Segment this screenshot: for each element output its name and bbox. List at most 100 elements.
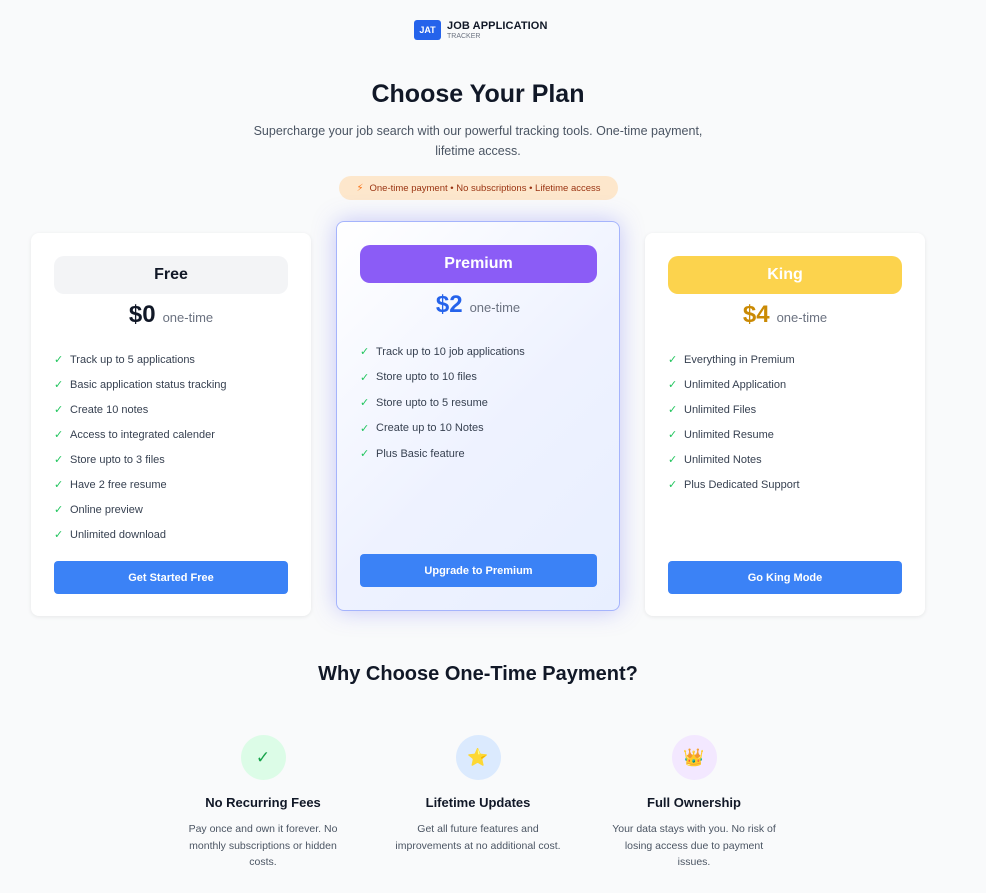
check-icon: ✓ <box>54 529 64 541</box>
check-icon: ✓ <box>54 354 64 366</box>
feature-text: Plus Basic feature <box>376 447 465 460</box>
feature-text: Unlimited Files <box>684 403 757 416</box>
feature-item: ✓ Plus Dedicated Support <box>668 472 800 497</box>
feature-text: Store upto to 10 files <box>376 371 477 384</box>
upgrade-to-premium-button[interactable]: Upgrade to Premium <box>360 554 597 587</box>
check-icon: ✓ <box>54 504 64 516</box>
check-icon: ✓ <box>54 379 64 391</box>
feature-item: ✓ Basic application status tracking <box>54 372 227 397</box>
check-icon: ✓ <box>668 429 678 441</box>
check-icon: ✓ <box>668 379 678 391</box>
feature-item: ✓ Store upto to 10 files <box>360 365 525 391</box>
feature-list: ✓ Track up to 5 applications ✓ Basic appli… <box>54 347 227 547</box>
feature-item: ✓ Store upto to 3 files <box>54 447 227 472</box>
feature-text: Access to integrated calender <box>70 428 215 441</box>
benefit-no-recurring-fees: ✓ No Recurring Fees Pay once and own it … <box>163 735 363 871</box>
price-amount: $4 <box>742 301 770 328</box>
feature-item: ✓ Have 2 free resume <box>54 472 227 497</box>
feature-text: Everything in Premium <box>684 353 795 366</box>
price-period: one-time <box>469 300 521 315</box>
check-icon: ✓ <box>668 479 678 491</box>
feature-text: Basic application status tracking <box>70 378 227 391</box>
check-icon: ✓ <box>54 429 64 441</box>
page-title: Choose Your Plan <box>371 80 585 108</box>
logo-title: JOB APPLICATION <box>447 20 548 32</box>
logo-subtitle: TRACKER <box>447 33 481 40</box>
page-subtitle: Supercharge your job search with our pow… <box>253 124 703 158</box>
feature-text: Online preview <box>70 503 143 516</box>
feature-text: Track up to 10 job applications <box>376 345 525 358</box>
plan-card-free: Free $0 one-time ✓ Track up to 5 applicat… <box>31 233 311 616</box>
feature-item: ✓ Unlimited download <box>54 522 227 547</box>
feature-item: ✓ Track up to 5 applications <box>54 347 227 372</box>
check-icon: ✓ <box>360 448 370 461</box>
price-period: one-time <box>776 310 828 325</box>
check-icon: ✓ <box>54 404 64 416</box>
check-icon: ✓ <box>240 735 286 780</box>
feature-item: ✓ Unlimited Resume <box>668 422 800 447</box>
feature-text: Create 10 notes <box>70 403 149 416</box>
get-started-free-button[interactable]: Get Started Free <box>54 561 288 594</box>
feature-item: ✓ Access to integrated calender <box>54 422 227 447</box>
feature-text: Unlimited Resume <box>684 428 774 441</box>
feature-item: ✓ Create up to 10 Notes <box>360 416 525 442</box>
payment-info-badge: ⚡ One-time payment • No subscriptions • … <box>339 176 618 200</box>
check-icon: ✓ <box>360 371 370 384</box>
benefit-description: Pay once and own it forever. No monthly … <box>188 823 338 868</box>
benefit-title: No Recurring Fees <box>205 795 321 810</box>
feature-item: ✓ Create 10 notes <box>54 397 227 422</box>
why-section-title: Why Choose One-Time Payment? <box>318 663 638 685</box>
feature-item: ✓ Track up to 10 job applications <box>360 339 525 365</box>
plan-name: King <box>668 256 902 294</box>
check-icon: ✓ <box>360 346 370 359</box>
check-icon: ✓ <box>668 354 678 366</box>
logo-badge: JAT <box>414 20 441 40</box>
plan-name: Premium <box>360 245 597 283</box>
check-icon: ✓ <box>668 454 678 466</box>
star-icon: ⭐ <box>455 735 501 780</box>
feature-list: ✓ Everything in Premium ✓ Unlimited Applic… <box>668 347 800 497</box>
benefit-lifetime-updates: ⭐ Lifetime Updates Get all future featur… <box>378 735 578 854</box>
check-icon: ✓ <box>668 404 678 416</box>
plan-card-king: King $4 one-time ✓ Everything in Premium … <box>645 233 925 616</box>
feature-text: Store upto to 5 resume <box>376 396 488 409</box>
benefit-title: Full Ownership <box>647 795 741 810</box>
feature-text: Unlimited Application <box>684 378 787 391</box>
feature-list: ✓ Track up to 10 job applications ✓ Store … <box>360 339 525 467</box>
feature-item: ✓ Store upto to 5 resume <box>360 390 525 416</box>
plan-price: $0 one-time <box>31 301 311 329</box>
go-king-mode-button[interactable]: Go King Mode <box>668 561 902 594</box>
feature-text: Plus Dedicated Support <box>684 478 800 491</box>
plan-price: $4 one-time <box>645 301 925 329</box>
feature-item: ✓ Everything in Premium <box>668 347 800 372</box>
feature-item: ✓ Online preview <box>54 497 227 522</box>
benefit-full-ownership: 👑 Full Ownership Your data stays with yo… <box>594 735 794 871</box>
feature-item: ✓ Unlimited Notes <box>668 447 800 472</box>
benefit-title: Lifetime Updates <box>425 795 531 810</box>
feature-text: Have 2 free resume <box>70 478 167 491</box>
feature-text: Track up to 5 applications <box>70 353 195 366</box>
feature-text: Create up to 10 Notes <box>376 422 484 435</box>
check-icon: ✓ <box>360 397 370 410</box>
payment-info-text: One-time payment • No subscriptions • Li… <box>369 182 601 194</box>
price-amount: $2 <box>435 291 463 318</box>
feature-text: Unlimited Notes <box>684 453 762 466</box>
lightning-icon: ⚡ <box>356 182 364 194</box>
app-logo[interactable]: JAT JOB APPLICATION TRACKER <box>414 20 548 40</box>
feature-item: ✓ Unlimited Application <box>668 372 800 397</box>
plan-card-premium: Premium $2 one-time ✓ Track up to 10 job … <box>336 221 620 611</box>
check-icon: ✓ <box>360 422 370 435</box>
logo-text: JOB APPLICATION TRACKER <box>447 20 548 40</box>
plan-price: $2 one-time <box>337 291 619 319</box>
feature-item: ✓ Plus Basic feature <box>360 441 525 467</box>
plan-name: Free <box>54 256 288 294</box>
crown-icon: 👑 <box>671 735 717 780</box>
benefit-description: Get all future features and improvements… <box>395 823 561 852</box>
check-icon: ✓ <box>54 479 64 491</box>
feature-text: Unlimited download <box>70 528 166 541</box>
benefit-description: Your data stays with you. No risk of los… <box>612 823 776 868</box>
feature-item: ✓ Unlimited Files <box>668 397 800 422</box>
feature-text: Store upto to 3 files <box>70 453 165 466</box>
price-period: one-time <box>162 310 214 325</box>
price-amount: $0 <box>128 301 156 328</box>
